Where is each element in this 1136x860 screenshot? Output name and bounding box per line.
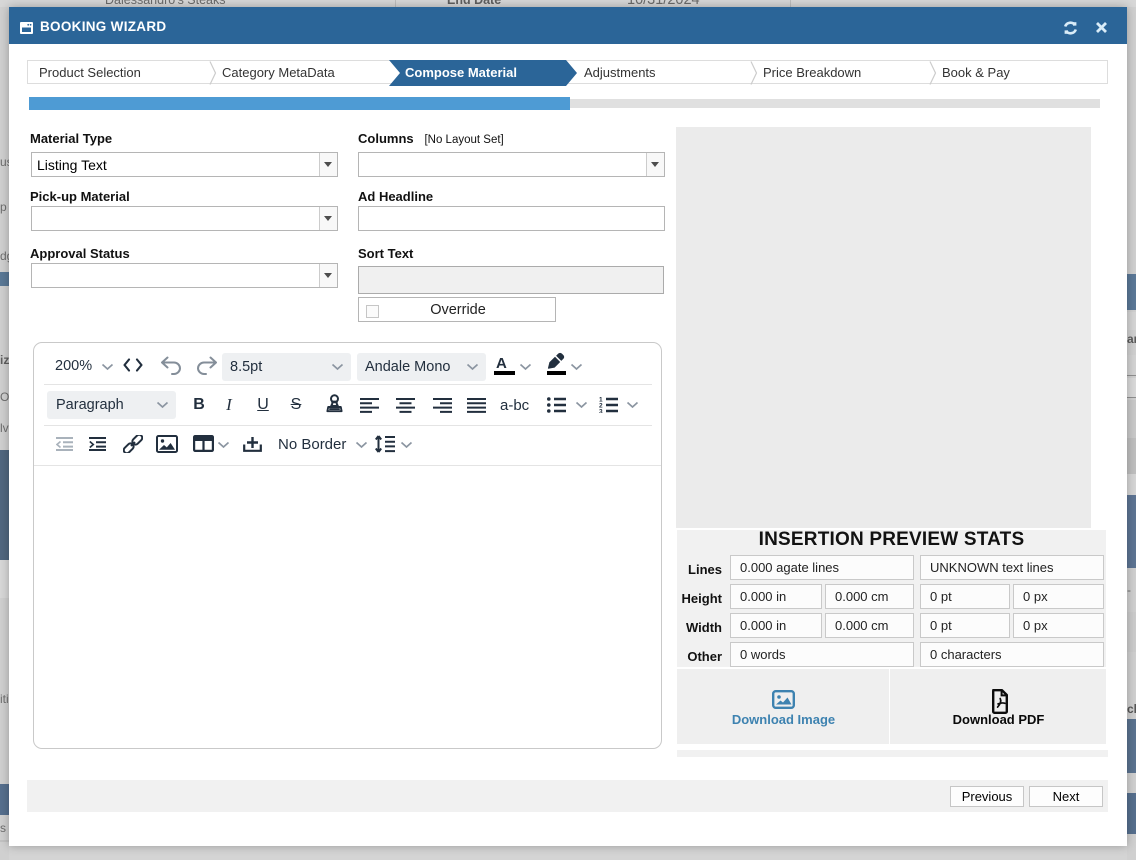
svg-text:3: 3 — [599, 408, 603, 413]
